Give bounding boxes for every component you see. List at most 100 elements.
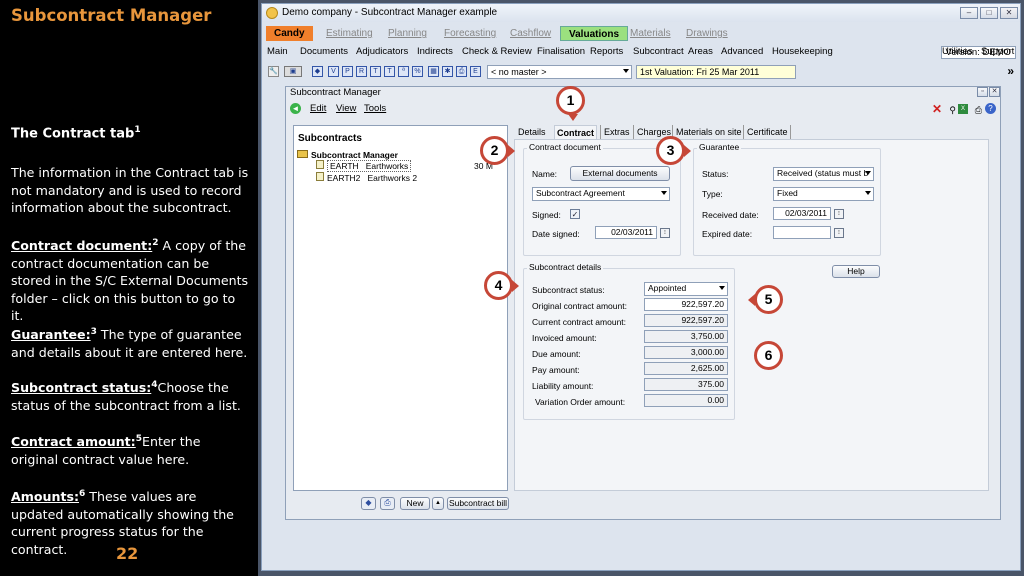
callout-5: 5 [748, 285, 783, 314]
subcontract-details-group-label: Subcontract details [527, 262, 604, 272]
overflow-chevron-icon[interactable]: » [1007, 64, 1014, 78]
maximize-button[interactable]: □ [980, 7, 998, 19]
tree-root[interactable]: Subcontract Manager [297, 150, 398, 160]
menu-finalisation[interactable]: Finalisation [537, 44, 585, 60]
subcontract-status-select[interactable]: Appointed [644, 282, 728, 296]
menu-reports[interactable]: Reports [590, 44, 623, 60]
received-date-field[interactable]: 02/03/2011 [773, 207, 831, 220]
tab-planning[interactable]: Planning [384, 26, 431, 41]
inner-restore-button[interactable]: ▫ [977, 87, 988, 97]
new-button[interactable]: New [400, 497, 430, 510]
menu-adjudicators[interactable]: Adjudicators [356, 44, 408, 60]
menu-check-review[interactable]: Check & Review [462, 44, 532, 60]
tab-extras[interactable]: Extras [600, 125, 630, 139]
valuation-select[interactable]: 1st Valuation: Fri 25 Mar 2011 [636, 65, 796, 79]
menu-utilities[interactable]: Utilities [942, 44, 973, 60]
menu-areas[interactable]: Areas [688, 44, 713, 60]
due-amount-field: 3,000.00 [644, 346, 728, 359]
tab-materials[interactable]: Materials [626, 26, 675, 41]
menu-tools[interactable]: Tools [364, 102, 386, 116]
signed-checkbox[interactable]: ✓ [570, 209, 580, 219]
layers-icon[interactable]: ◆ [312, 66, 323, 77]
back-arrow-icon[interactable]: ◄ [290, 103, 301, 114]
subcontract-bill-button[interactable]: Subcontract bill [447, 497, 509, 510]
inner-close-button[interactable]: ✕ [989, 87, 1000, 97]
calendar-spin-icon[interactable]: ⁝ [834, 209, 844, 219]
tree-row-code: EARTH2 [327, 173, 361, 183]
menu-main[interactable]: Main [267, 44, 288, 60]
calculator-icon[interactable]: ▦ [428, 66, 439, 77]
close-window-button[interactable]: ✕ [1000, 7, 1018, 19]
tab-valuations[interactable]: Valuations [560, 26, 629, 41]
binoculars-icon[interactable]: ⚲ [949, 103, 956, 117]
guar-label: Guarantee: [11, 327, 91, 343]
superscript-icon[interactable]: ª [398, 66, 409, 77]
minimize-button[interactable]: – [960, 7, 978, 19]
delete-icon[interactable]: ✕ [932, 102, 942, 116]
print-icon[interactable]: ⎙ [975, 103, 982, 117]
tab-forecasting[interactable]: Forecasting [440, 26, 500, 41]
calendar-spin-icon[interactable]: ⁝ [660, 228, 670, 238]
tab-drawings[interactable]: Drawings [682, 26, 732, 41]
subcontract-status-value: Appointed [648, 283, 687, 293]
tree-row-earth-label: EARTH Earthworks [327, 160, 412, 172]
master-select[interactable]: < no master > [487, 65, 632, 79]
help-icon[interactable]: ? [985, 103, 996, 114]
chevron-down-icon [719, 286, 725, 290]
menu-edit[interactable]: Edit [310, 102, 326, 116]
candy-app-icon [266, 7, 278, 19]
callout-1: 1 [556, 86, 585, 121]
monitor-icon[interactable]: ▣ [284, 66, 302, 77]
status-label: Subcontract status: [11, 380, 152, 396]
font-size-icon[interactable]: T [384, 66, 395, 77]
tools-icon[interactable]: ✱ [442, 66, 453, 77]
tab-estimating[interactable]: Estimating [322, 26, 377, 41]
r-icon[interactable]: R [356, 66, 367, 77]
document-icon [316, 172, 324, 181]
layers-button[interactable]: ◆ [361, 497, 376, 510]
tree-row-earth[interactable]: EARTH Earthworks [316, 160, 412, 172]
calendar-spin-icon[interactable]: ⁝ [834, 228, 844, 238]
up-arrow-icon[interactable]: ▲ [432, 497, 444, 510]
menu-support[interactable]: Support [981, 44, 1014, 60]
date-signed-field[interactable]: 02/03/2011 [595, 226, 657, 239]
tree-row-earth2[interactable]: EARTH2 Earthworks 2 [316, 172, 417, 183]
excel-icon[interactable]: X [958, 104, 968, 114]
agreement-select[interactable]: Subcontract Agreement [532, 187, 670, 201]
external-documents-button[interactable]: External documents [570, 166, 670, 181]
guarantee-paragraph: Guarantee:3 The type of guarantee and de… [11, 324, 251, 361]
guarantee-status-select[interactable]: Received (status must b [773, 167, 874, 181]
contract-tab-title: The Contract tab [11, 126, 135, 142]
menu-housekeeping[interactable]: Housekeeping [772, 44, 833, 60]
menu-documents[interactable]: Documents [300, 44, 348, 60]
print-button[interactable]: ⎙ [380, 497, 395, 510]
v-icon[interactable]: V [328, 66, 339, 77]
expired-date-field[interactable] [773, 226, 831, 239]
date-signed-label: Date signed: [532, 229, 580, 239]
e-icon[interactable]: E [470, 66, 481, 77]
tab-candy[interactable]: Candy [266, 26, 313, 41]
menu-indirects[interactable]: Indirects [417, 44, 453, 60]
printer-icon[interactable]: ⎙ [456, 66, 467, 77]
help-button[interactable]: Help [832, 265, 880, 278]
guarantee-type-select[interactable]: Fixed [773, 187, 874, 201]
tab-certificate[interactable]: Certificate [743, 125, 791, 139]
app-screenshot: Demo company - Subcontract Manager examp… [258, 0, 1024, 576]
main-menu: Main Documents Adjudicators Indirects Ch… [262, 44, 1020, 60]
menu-subcontract[interactable]: Subcontract [633, 44, 684, 60]
master-select-value: < no master > [491, 67, 547, 77]
menu-view[interactable]: View [336, 102, 356, 116]
t-icon[interactable]: T [370, 66, 381, 77]
percent-icon[interactable]: % [412, 66, 423, 77]
tab-cashflow[interactable]: Cashflow [506, 26, 555, 41]
menu-advanced[interactable]: Advanced [721, 44, 763, 60]
wrench-icon[interactable]: 🔧 [268, 66, 279, 77]
expired-date-label: Expired date: [702, 229, 753, 239]
tab-details[interactable]: Details [518, 125, 546, 139]
original-amount-field[interactable]: 922,597.20 [644, 298, 728, 311]
contract-tab-heading: The Contract tab1 [11, 122, 251, 143]
page-number: 22 [116, 544, 139, 563]
tab-materials-on-site[interactable]: Materials on site [672, 125, 742, 139]
p-icon[interactable]: P [342, 66, 353, 77]
tab-contract[interactable]: Contract [554, 125, 598, 140]
